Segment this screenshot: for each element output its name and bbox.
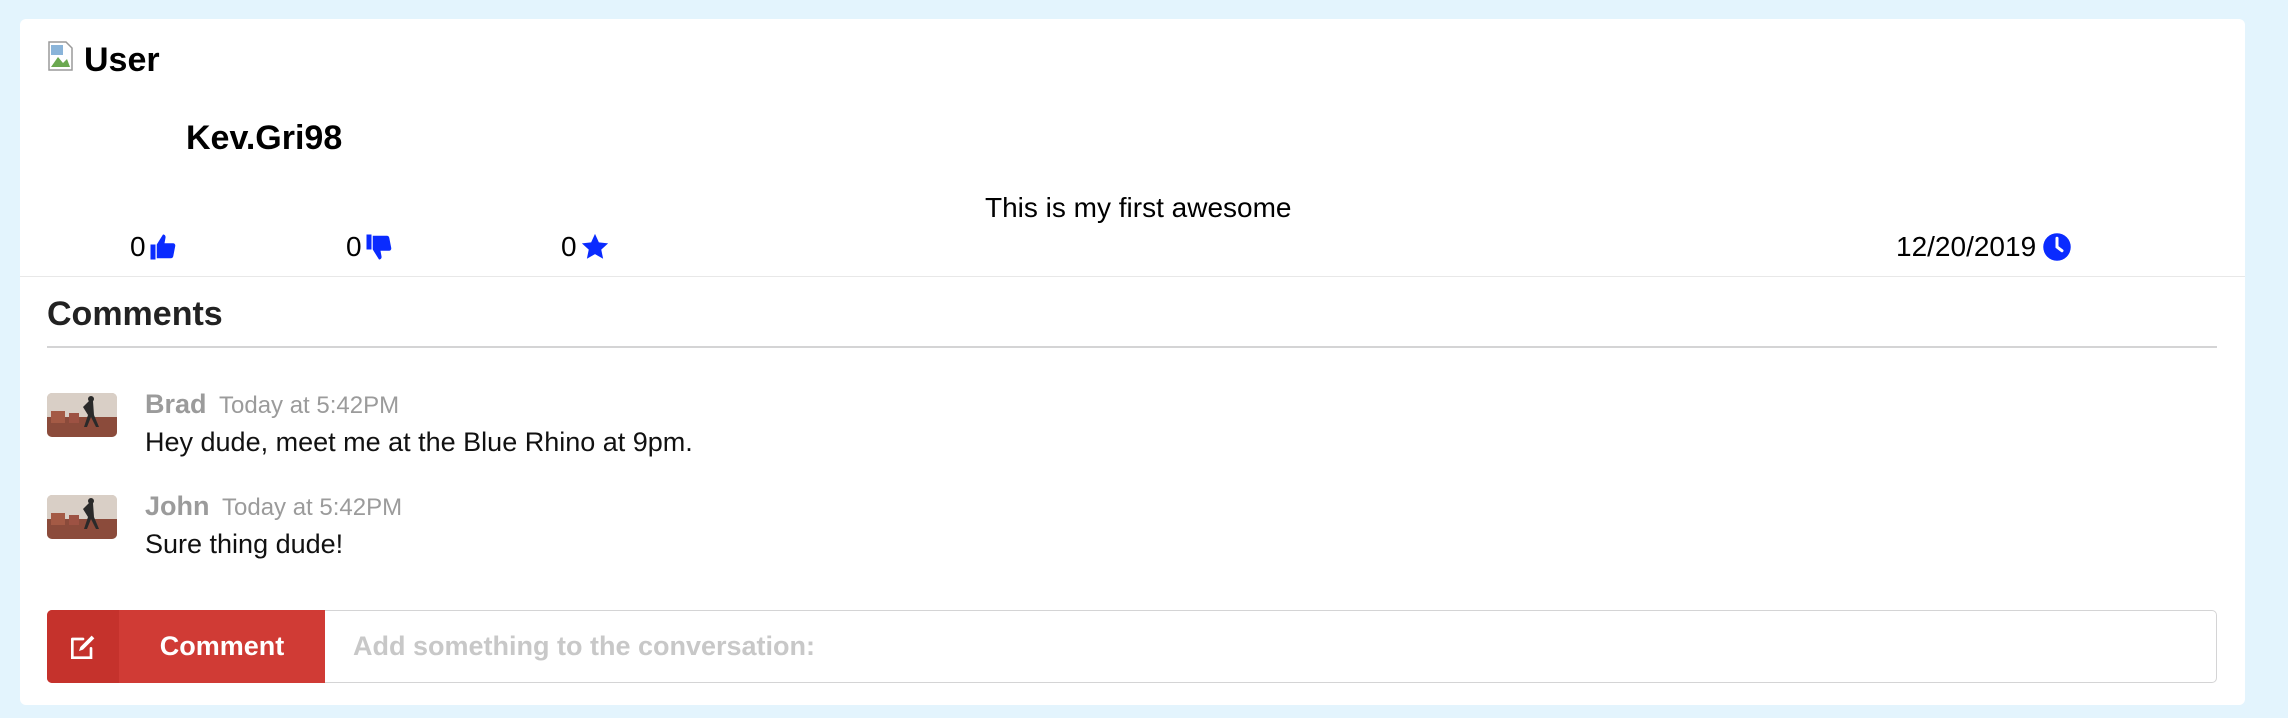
dislikes-count: 0 bbox=[346, 231, 362, 262]
comment-text: Hey dude, meet me at the Blue Rhino at 9… bbox=[145, 427, 693, 457]
clock-icon bbox=[2043, 233, 2071, 261]
edit-icon bbox=[47, 610, 119, 683]
comment-button-label: Comment bbox=[159, 631, 285, 661]
comment-author[interactable]: Brad bbox=[145, 389, 207, 420]
dislikes-stat[interactable]: 0 bbox=[346, 231, 394, 263]
favorites-count: 0 bbox=[561, 231, 577, 262]
comments-title: Comments bbox=[47, 295, 223, 333]
divider bbox=[20, 276, 2245, 277]
post-username: Kev.Gri98 bbox=[186, 119, 343, 157]
comment-text: Sure thing dude! bbox=[145, 529, 344, 559]
date-stat: 12/20/2019 bbox=[1896, 231, 2072, 263]
avatar[interactable] bbox=[47, 393, 117, 437]
comment-input[interactable] bbox=[325, 610, 2217, 683]
post-text: This is my first awesome bbox=[985, 192, 1292, 223]
comments-divider bbox=[47, 346, 2217, 348]
comment-time: Today at 5:42PM bbox=[219, 392, 400, 419]
comment-time: Today at 5:42PM bbox=[222, 494, 403, 521]
likes-stat[interactable]: 0 bbox=[130, 231, 178, 263]
favorites-stat[interactable]: 0 bbox=[561, 231, 611, 263]
thumbs-down-icon bbox=[366, 234, 391, 260]
comment-button[interactable]: Comment bbox=[47, 610, 325, 683]
comment-author[interactable]: John bbox=[145, 491, 210, 522]
post-date: 12/20/2019 bbox=[1896, 231, 2037, 262]
thumbs-up-icon bbox=[150, 234, 175, 260]
post-card: User Kev.Gri98 This is my first awesome … bbox=[20, 19, 2245, 705]
user-image: User bbox=[48, 41, 160, 80]
star-icon bbox=[581, 233, 608, 259]
user-image-alt-text: User bbox=[84, 41, 160, 79]
reply-form: Comment bbox=[47, 610, 2217, 683]
avatar[interactable] bbox=[47, 495, 117, 539]
broken-image-icon bbox=[48, 41, 78, 75]
likes-count: 0 bbox=[130, 231, 146, 262]
